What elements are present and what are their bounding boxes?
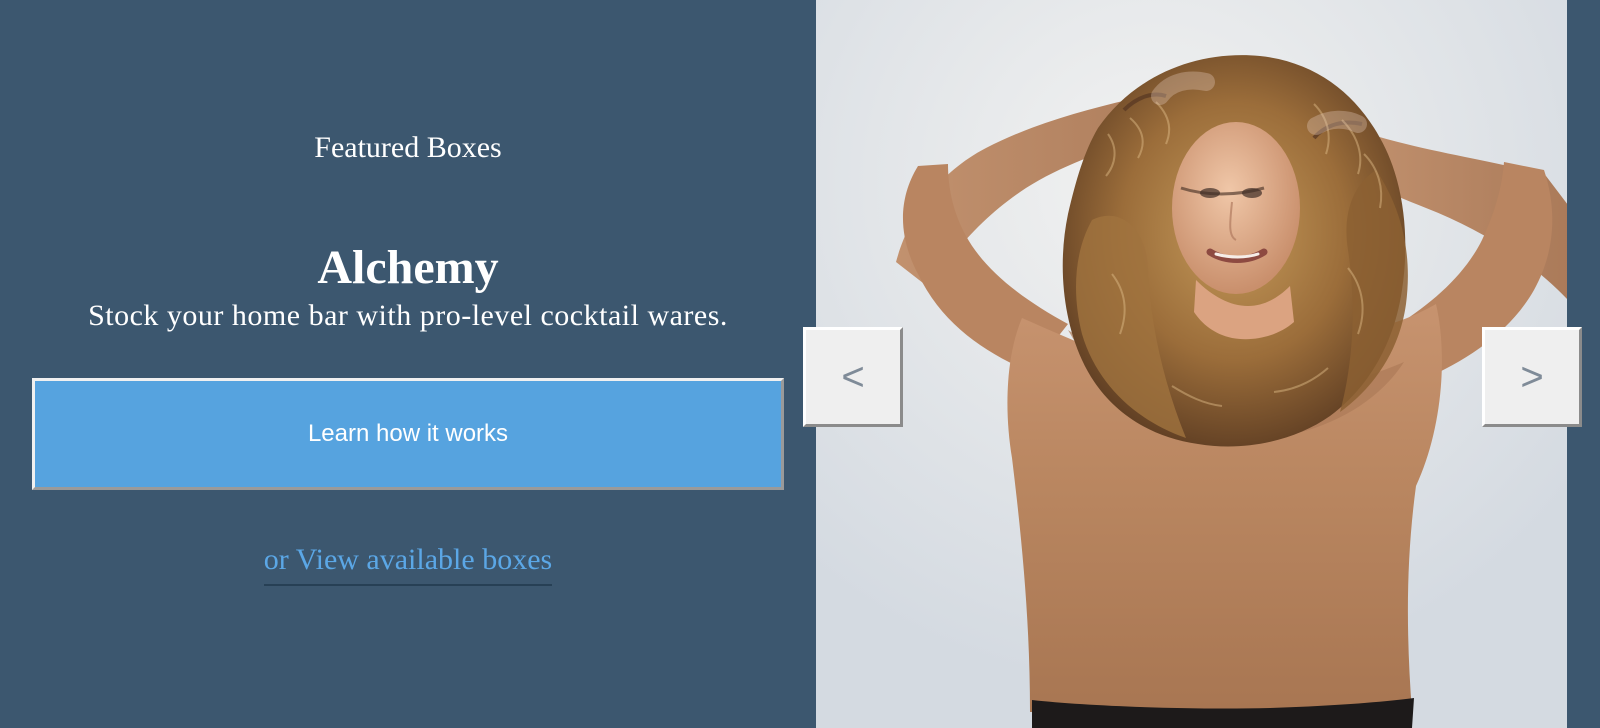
view-available-boxes-link[interactable]: or View available boxes [263, 542, 553, 586]
face [1172, 122, 1300, 294]
chevron-left-icon: < [841, 354, 865, 399]
featured-panel: Featured Boxes Alchemy Stock your home b… [0, 0, 816, 728]
view-available-boxes-link-container: or View available boxes [0, 542, 816, 586]
previous-slide-button[interactable]: < [803, 327, 903, 427]
box-description: Stock your home bar with pro-level cockt… [88, 299, 728, 332]
learn-how-it-works-button[interactable]: Learn how it works [32, 378, 784, 490]
box-title: Alchemy [317, 241, 499, 295]
chevron-right-icon: > [1520, 354, 1544, 399]
next-slide-button[interactable]: > [1482, 327, 1582, 427]
featured-boxes-label: Featured Boxes [314, 131, 502, 164]
featured-boxes-page: Featured Boxes Alchemy Stock your home b… [0, 0, 1600, 728]
featured-photo [816, 0, 1568, 728]
